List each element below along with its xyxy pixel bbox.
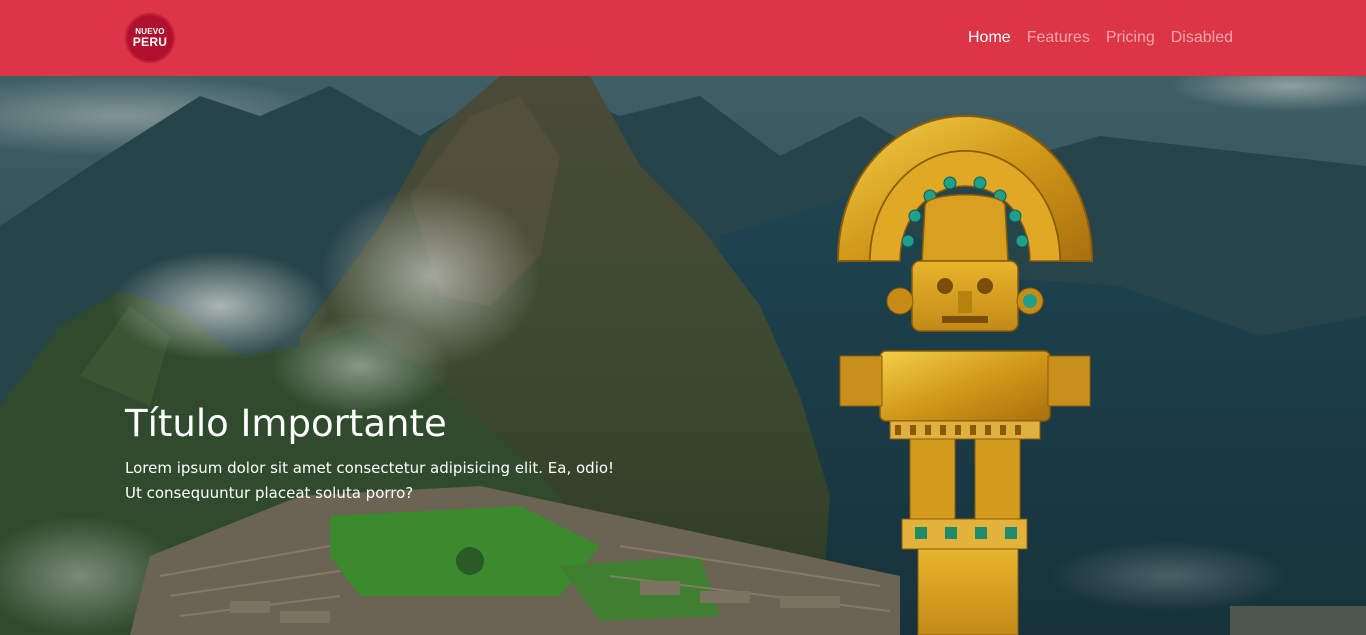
nav-link-home[interactable]: Home: [968, 29, 1011, 47]
hero-title: Título Importante: [125, 402, 447, 445]
nav-link-disabled: Disabled: [1170, 29, 1233, 46]
hero-background-image: [0, 76, 1366, 635]
nav-link-features[interactable]: Features: [1027, 29, 1090, 47]
navbar: NUEVO PERU Home Features Pricing Disable…: [0, 0, 1366, 76]
tumi-statue-image: [836, 114, 1094, 635]
hero-description: Lorem ipsum dolor sit amet consectetur a…: [125, 459, 615, 502]
brand-logo[interactable]: NUEVO PERU: [125, 13, 175, 63]
hero-section: Título Importante Lorem ipsum dolor sit …: [0, 76, 1366, 635]
brand-logo-line2: PERU: [132, 35, 168, 49]
nav-link-pricing[interactable]: Pricing: [1106, 29, 1155, 47]
main-nav: Home Features Pricing Disabled: [968, 0, 1233, 76]
